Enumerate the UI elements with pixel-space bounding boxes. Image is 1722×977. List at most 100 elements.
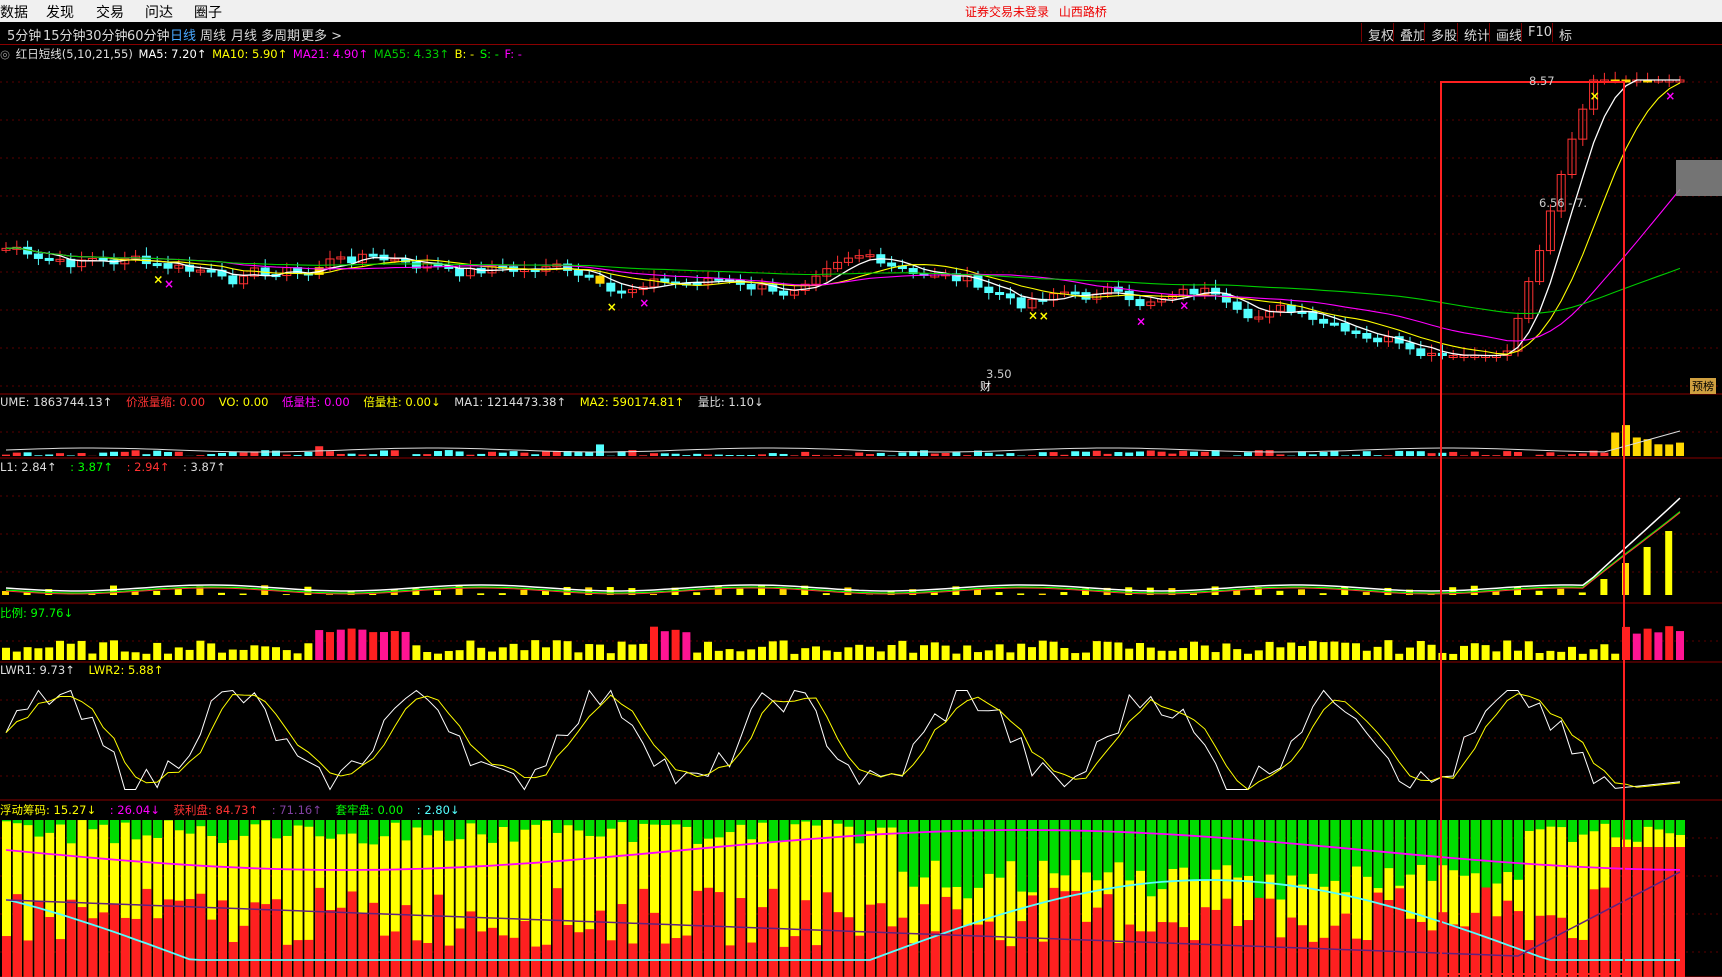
- f-value: F: -: [504, 47, 522, 61]
- chip-green: [56, 820, 65, 825]
- chip-green: [704, 820, 713, 839]
- chip-red: [725, 945, 735, 977]
- ratio-bar: [1308, 640, 1317, 660]
- chip-red: [239, 925, 249, 977]
- chip-green: [1211, 820, 1221, 870]
- chip-green: [1038, 820, 1048, 861]
- chip-green: [1589, 820, 1599, 832]
- chip-red: [34, 900, 44, 977]
- chip-green: [120, 820, 130, 823]
- ratio-bar: [196, 640, 205, 660]
- chip-red: [974, 924, 983, 977]
- forecast-button[interactable]: 预榜: [1690, 378, 1716, 394]
- indicator3-bar: [1643, 547, 1651, 595]
- volume-legend: UME: 1863744.13↑ 价涨量缩: 0.00 VO: 0.00 低量柱…: [0, 394, 774, 410]
- l4-value: : 3.87↑: [183, 460, 226, 474]
- volume-bar: [380, 450, 388, 456]
- volume-bar: [1503, 451, 1512, 456]
- ratio-bar: [1632, 633, 1641, 660]
- chip-green: [434, 820, 443, 831]
- chip-green: [725, 820, 735, 833]
- chip-green: [12, 820, 22, 824]
- chip-red: [1503, 900, 1513, 977]
- chips-v4-value: : 71.16↑: [271, 803, 322, 817]
- chip-red: [552, 888, 562, 977]
- indicator3-bar: [153, 590, 161, 595]
- ratio-bar: [833, 651, 842, 660]
- chip-green: [326, 820, 335, 839]
- double-vol-value: 倍量柱: 0.00↓: [363, 395, 441, 409]
- float-chips-value: 浮动筹码: 15.27↓: [0, 803, 97, 817]
- ratio-bar: [110, 640, 118, 660]
- chip-red: [1017, 921, 1027, 977]
- chip-red: [574, 932, 584, 977]
- chip-green: [1514, 820, 1523, 880]
- finance-mark[interactable]: 财: [980, 378, 991, 394]
- chip-red: [390, 931, 400, 977]
- chip-red: [704, 887, 713, 977]
- ratio-bar: [1276, 647, 1285, 660]
- chip-green: [1233, 820, 1243, 878]
- volume-bar: [1438, 452, 1447, 456]
- volume-bar: [1492, 455, 1501, 456]
- ratio-bar: [1136, 642, 1144, 660]
- chip-red: [563, 924, 573, 977]
- chip-red: [520, 921, 530, 977]
- chip-green: [552, 820, 562, 833]
- volume-bar: [1611, 432, 1620, 456]
- volume-bar: [1481, 455, 1490, 456]
- candle: [746, 283, 756, 290]
- ratio-bar: [455, 650, 464, 660]
- volume-bar: [1200, 451, 1209, 456]
- volume-bar: [444, 450, 453, 456]
- stock-chart-canvas[interactable]: × ×× ×× × ××× ×: [0, 0, 1722, 977]
- signal-cross-icon: ×: [607, 300, 617, 314]
- ratio-bar: [995, 644, 1004, 660]
- ratio-bar: [1222, 643, 1231, 660]
- volume-bar: [1600, 452, 1609, 456]
- indicator-name[interactable]: 红日短线(5,10,21,55): [16, 47, 133, 61]
- chip-red: [207, 919, 217, 977]
- lwr2-line: [5, 693, 1681, 791]
- chip-red: [1168, 922, 1178, 977]
- ratio-bar: [682, 632, 691, 660]
- ratio-bar: [963, 645, 972, 660]
- main-legend: ◎ 红日短线(5,10,21,55) MA5: 7.20↑ MA10: 5.90…: [0, 46, 524, 62]
- settings-circle-icon[interactable]: ◎: [0, 47, 10, 61]
- chip-green: [1092, 820, 1102, 881]
- volume-bar: [920, 450, 928, 456]
- candle: [44, 257, 54, 261]
- chip-green: [66, 820, 76, 844]
- chip-red: [12, 894, 22, 977]
- volume-bar: [164, 452, 172, 456]
- ratio-value: 比例: 97.76↓: [0, 606, 74, 620]
- chip-red: [1244, 920, 1253, 977]
- chip-red: [801, 900, 811, 977]
- ratio-bar: [2, 647, 10, 660]
- chip-red: [282, 944, 292, 977]
- volume-bar: [1319, 452, 1328, 456]
- chip-red: [185, 899, 195, 977]
- candle: [455, 267, 465, 277]
- ma55-value: MA55: 4.33↑: [373, 47, 449, 61]
- chip-green: [2, 820, 11, 822]
- signal-cross-icon: ×: [1136, 315, 1146, 329]
- ratio-bar: [779, 640, 788, 660]
- ratio-bar: [1179, 648, 1188, 660]
- chip-red: [1265, 898, 1275, 977]
- candle: [1351, 330, 1361, 335]
- chip-green: [304, 820, 314, 827]
- ratio-bar: [477, 647, 486, 660]
- ratio-bar: [531, 640, 540, 660]
- chip-green: [995, 820, 1005, 878]
- volume-bar: [142, 454, 151, 456]
- chip-green: [1492, 820, 1502, 884]
- volume-bar: [693, 453, 702, 456]
- ratio-bar: [207, 643, 216, 660]
- profit-chips-value: 获利盘: 84.73↑: [173, 803, 259, 817]
- chip-red: [1578, 939, 1588, 977]
- volume-bar: [1643, 439, 1652, 456]
- chip-green: [1319, 820, 1329, 887]
- chip-red: [1362, 940, 1372, 977]
- ratio-bar: [1514, 650, 1522, 660]
